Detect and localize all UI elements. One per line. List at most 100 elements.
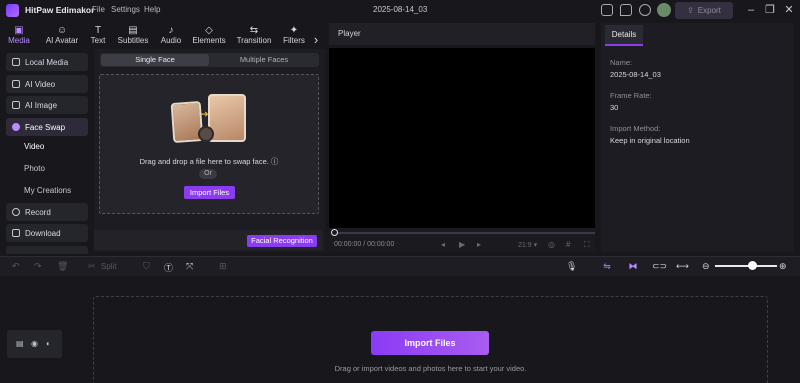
import-files-button[interactable]: Import Files bbox=[184, 186, 235, 199]
sidebar-item-partial[interactable] bbox=[6, 246, 88, 254]
player-header bbox=[329, 23, 595, 45]
tab-ai-avatar[interactable]: ☺ AI Avatar bbox=[43, 21, 81, 47]
app-title: HitPaw Edimakor bbox=[25, 5, 95, 15]
export-button[interactable]: ⇪ Export bbox=[675, 2, 733, 19]
crop-icon[interactable]: ⤧ bbox=[186, 261, 193, 272]
timeline-import-files-button[interactable]: Import Files bbox=[371, 331, 489, 355]
face-swap-icon bbox=[12, 123, 20, 131]
zoom-slider[interactable] bbox=[715, 265, 777, 267]
grid-icon[interactable]: # bbox=[566, 240, 570, 249]
tab-text[interactable]: T Text bbox=[88, 21, 108, 47]
or-divider: Or bbox=[199, 169, 217, 179]
maximize-icon[interactable]: ❐ bbox=[763, 3, 777, 17]
delete-icon[interactable]: 🗑 bbox=[57, 261, 68, 272]
tab-elements[interactable]: ◇ Elements bbox=[191, 21, 227, 47]
undo-icon[interactable]: ↶ bbox=[12, 261, 20, 272]
tab-media[interactable]: ▣ Media bbox=[6, 21, 32, 47]
snap-icon[interactable]: ⊂⊃ bbox=[652, 261, 667, 272]
tab-audio[interactable]: ♪ Audio bbox=[158, 21, 184, 47]
tabs-next-button[interactable]: › bbox=[310, 21, 322, 47]
play-icon[interactable]: ▶ bbox=[459, 240, 465, 249]
track-header: ▤ ◉ ◐ bbox=[7, 330, 62, 358]
dropzone-instructions: Drag and drop a file here to swap face. … bbox=[139, 157, 279, 166]
download-icon bbox=[12, 229, 20, 237]
facial-recognition-button[interactable]: Facial Recognition bbox=[247, 235, 317, 247]
close-icon[interactable]: ✕ bbox=[782, 3, 796, 17]
sidebar-item-local-media[interactable]: Local Media bbox=[6, 53, 88, 71]
feedback-icon[interactable] bbox=[620, 4, 632, 16]
zoom-slider-handle[interactable] bbox=[747, 261, 757, 270]
text-tool-icon[interactable]: Ⓣ bbox=[164, 261, 173, 274]
add-track-icon[interactable]: ⊞ bbox=[219, 261, 227, 272]
details-name-label: Name: bbox=[610, 58, 633, 67]
sidebar-item-ai-video[interactable]: AI Video bbox=[6, 75, 88, 93]
text-icon: T bbox=[94, 25, 102, 36]
sidebar-item-download[interactable]: Download bbox=[6, 224, 88, 242]
player-title: Player bbox=[338, 29, 361, 38]
ai-avatar-icon: ☺ bbox=[56, 25, 68, 36]
player-time: 00:00:00 / 00:00:00 bbox=[334, 241, 395, 248]
timeline-hint: Drag or import videos and photos here to… bbox=[334, 364, 527, 373]
details-frame-rate-value: 30 bbox=[610, 103, 619, 112]
details-import-method-label: Import Method: bbox=[610, 124, 661, 133]
download-icon[interactable] bbox=[639, 4, 651, 16]
sidebar-subitem-photo[interactable]: Photo bbox=[24, 164, 45, 173]
sidebar-item-face-swap[interactable]: Face Swap bbox=[6, 118, 88, 136]
audio-icon: ♪ bbox=[168, 25, 174, 36]
sidebar-item-ai-image[interactable]: AI Image bbox=[6, 96, 88, 114]
tab-details[interactable]: Details bbox=[605, 25, 643, 46]
aspect-ratio-select[interactable]: 21:9 ▾ bbox=[518, 241, 537, 249]
keyboard-icon[interactable] bbox=[601, 4, 613, 16]
microphone-icon[interactable]: 🎙 bbox=[566, 261, 577, 272]
ai-video-icon bbox=[12, 80, 20, 88]
next-frame-icon[interactable]: ▸ bbox=[477, 240, 481, 249]
sidebar-subitem-my-creations[interactable]: My Creations bbox=[24, 186, 71, 195]
folder-icon bbox=[12, 58, 20, 66]
tab-transition[interactable]: ⇆ Transition bbox=[234, 21, 274, 47]
chevron-right-icon: › bbox=[313, 32, 319, 47]
transition-icon: ⇆ bbox=[249, 25, 259, 36]
details-name-value: 2025-08-14_03 bbox=[610, 70, 661, 79]
details-frame-rate-label: Frame Rate: bbox=[610, 91, 652, 100]
menu-file[interactable]: File bbox=[92, 5, 105, 14]
menu-help[interactable]: Help bbox=[144, 5, 160, 14]
sidebar-subitem-video[interactable]: Video bbox=[24, 142, 44, 151]
record-icon bbox=[12, 208, 20, 216]
link-icon[interactable]: ⇋ bbox=[600, 261, 614, 271]
player-progress-bar[interactable] bbox=[333, 232, 595, 234]
app-logo-icon bbox=[6, 4, 19, 17]
subtitles-icon: ▤ bbox=[128, 25, 138, 36]
details-import-method-value: Keep in original location bbox=[610, 136, 690, 145]
split-button[interactable]: Split bbox=[101, 262, 117, 271]
tab-multiple-faces[interactable]: Multiple Faces bbox=[210, 54, 318, 66]
project-name: 2025-08-14_03 bbox=[373, 5, 428, 14]
tool-tabs: ▣ Media ☺ AI Avatar T Text ▤ Subtitles ♪… bbox=[0, 21, 325, 47]
shield-icon[interactable]: ⛉ bbox=[143, 261, 150, 272]
tab-subtitles[interactable]: ▤ Subtitles bbox=[115, 21, 151, 47]
sidebar-item-record[interactable]: Record bbox=[6, 203, 88, 221]
snapshot-icon[interactable]: ◎ bbox=[548, 240, 555, 249]
tab-filters[interactable]: ✦ Filters bbox=[281, 21, 307, 47]
redo-icon[interactable]: ↷ bbox=[34, 261, 42, 272]
track-visibility-icon[interactable]: ◉ bbox=[31, 339, 38, 348]
track-lock-icon[interactable]: ▤ bbox=[16, 339, 24, 348]
avatar[interactable] bbox=[657, 3, 671, 17]
prev-frame-icon[interactable]: ◂ bbox=[441, 240, 445, 249]
magnet-icon[interactable]: ⧓ bbox=[626, 261, 640, 271]
tab-single-face[interactable]: Single Face bbox=[101, 54, 209, 66]
media-icon: ▣ bbox=[14, 25, 24, 36]
export-icon: ⇪ bbox=[687, 6, 694, 15]
swap-arrow-icon: ➔ bbox=[201, 109, 209, 119]
zoom-out-icon[interactable]: ⊖ bbox=[702, 261, 710, 272]
split-icon: ✂ bbox=[88, 261, 96, 271]
zoom-in-icon[interactable]: ⊕ bbox=[779, 261, 787, 272]
filters-icon: ✦ bbox=[289, 25, 299, 36]
face-thumbnail bbox=[198, 126, 214, 142]
ai-image-icon bbox=[12, 101, 20, 109]
menu-settings[interactable]: Settings bbox=[111, 5, 140, 14]
fullscreen-icon[interactable]: ⛶ bbox=[584, 240, 590, 250]
fit-icon[interactable]: ⟷ bbox=[676, 261, 689, 272]
player-progress-handle[interactable] bbox=[331, 229, 338, 236]
track-audio-icon[interactable]: ◐ bbox=[46, 339, 51, 348]
minimize-icon[interactable]: – bbox=[744, 3, 758, 17]
